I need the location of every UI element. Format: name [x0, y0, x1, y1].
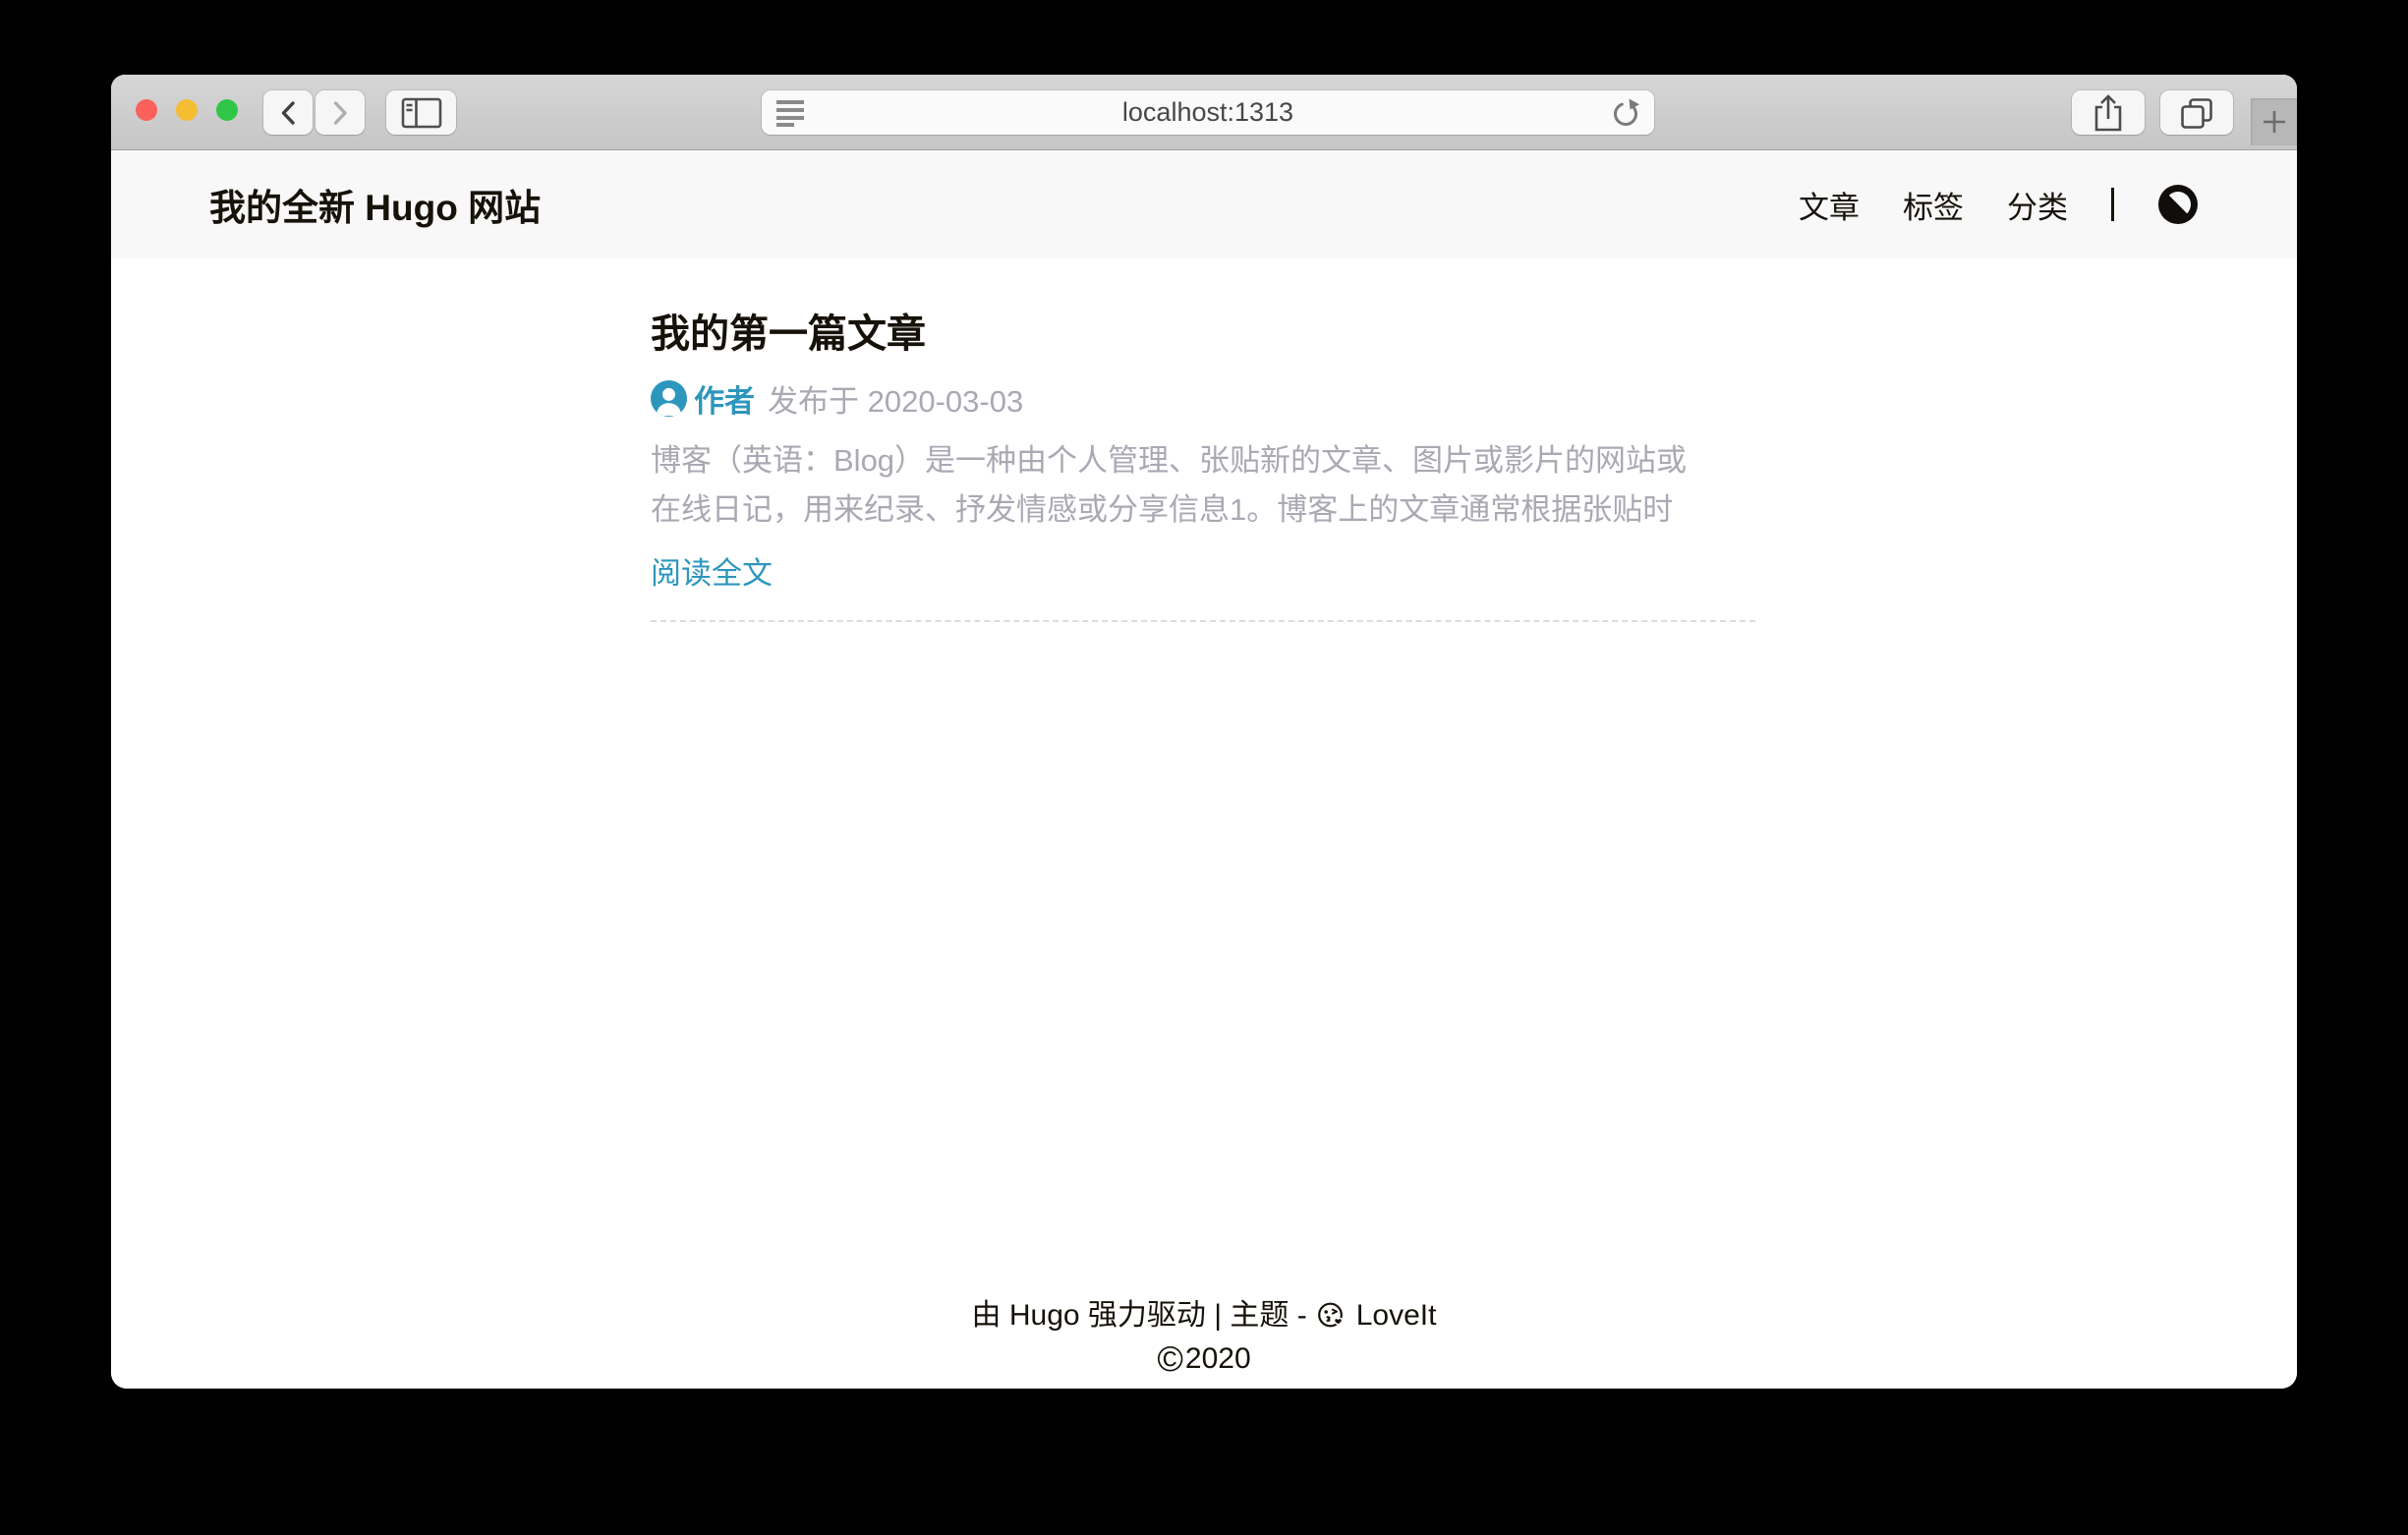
- forward-button[interactable]: [315, 90, 365, 135]
- tab-overview-icon: [2178, 95, 2215, 131]
- browser-window: localhost:1313: [111, 75, 2297, 1389]
- post-meta: 作者 发布于 2020-03-03: [651, 376, 1755, 421]
- post-summary-card: 我的第一篇文章 作者 发布于 2020-03-03 博客（英语: [651, 302, 1755, 622]
- theme-toggle-button[interactable]: [2157, 184, 2199, 225]
- minimize-window-button[interactable]: [176, 99, 198, 121]
- url-text: localhost:1313: [762, 90, 1654, 135]
- nav-item-posts[interactable]: 文章: [1799, 183, 1860, 227]
- sidebar-icon: [401, 97, 442, 129]
- site-title-link[interactable]: 我的全新 Hugo 网站: [209, 178, 541, 231]
- new-tab-button[interactable]: [2251, 98, 2297, 145]
- theme-name-link[interactable]: LoveIt: [1356, 1294, 1437, 1337]
- show-all-tabs-button[interactable]: [2160, 90, 2233, 135]
- site-header: 我的全新 Hugo 网站 文章 标签 分类: [111, 150, 2297, 258]
- footer-powered-line: 由 Hugo 强力驱动 | 主题 - LoveIt: [111, 1294, 2297, 1337]
- copyright-year: 2020: [1185, 1337, 1251, 1381]
- chevron-left-icon: [277, 99, 299, 127]
- summary-line: 博客（英语：Blog）是一种由个人管理、张贴新的文章、图片或影片的网站或: [651, 436, 1755, 485]
- browser-toolbar: localhost:1313: [111, 75, 2297, 150]
- user-avatar-icon: [651, 380, 687, 417]
- powered-by-text: 由 Hugo 强力驱动 | 主题 -: [972, 1294, 1307, 1337]
- chevron-right-icon: [329, 99, 351, 127]
- sidebar-toggle-button[interactable]: [386, 90, 456, 135]
- reload-icon[interactable]: [1609, 96, 1642, 130]
- summary-line: 在线日记，用来纪录、抒发情感或分享信息1。博客上的文章通常根据张贴时: [651, 485, 1755, 535]
- back-button[interactable]: [263, 90, 313, 135]
- kiss-wink-heart-icon: [1317, 1301, 1347, 1331]
- nav-item-categories[interactable]: 分类: [2007, 183, 2068, 227]
- nav-item-tags[interactable]: 标签: [1903, 183, 1964, 227]
- copyright-icon: ©: [1157, 1344, 1183, 1374]
- publish-date: 发布于 2020-03-03: [768, 376, 1023, 421]
- site-footer: 由 Hugo 强力驱动 | 主题 - LoveIt © 2020: [111, 1294, 2297, 1381]
- address-bar[interactable]: localhost:1313: [762, 90, 1654, 135]
- footer-copyright-line: © 2020: [111, 1337, 2297, 1381]
- page-content: 我的第一篇文章 作者 发布于 2020-03-03 博客（英语: [111, 258, 2297, 1389]
- post-summary-text: 博客（英语：Blog）是一种由个人管理、张贴新的文章、图片或影片的网站或 在线日…: [651, 436, 1755, 535]
- read-more-link[interactable]: 阅读全文: [651, 548, 773, 593]
- share-icon: [2091, 92, 2126, 134]
- share-button[interactable]: [2072, 90, 2145, 135]
- author-link[interactable]: 作者: [694, 376, 755, 421]
- zoom-window-button[interactable]: [216, 99, 238, 121]
- nav-separator: [2111, 188, 2114, 221]
- post-title-link[interactable]: 我的第一篇文章: [651, 302, 1755, 359]
- contrast-half-circle-icon: [2157, 184, 2199, 225]
- close-window-button[interactable]: [136, 99, 157, 121]
- post-divider: [651, 620, 1755, 622]
- plus-icon: [2261, 108, 2288, 136]
- site-nav: 文章 标签 分类: [1799, 183, 2199, 227]
